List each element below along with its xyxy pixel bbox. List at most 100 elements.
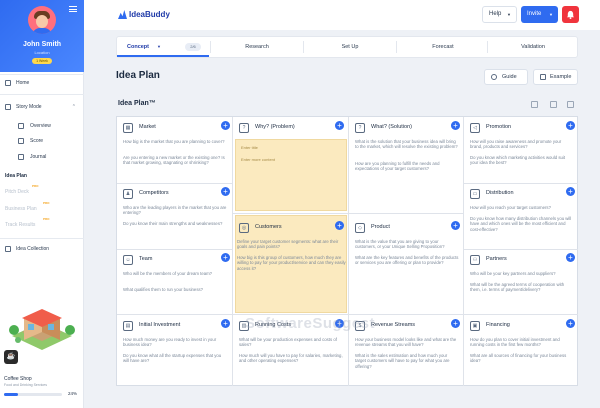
guide-button[interactable]: Guide bbox=[484, 69, 528, 85]
add-partners-button[interactable]: + bbox=[566, 253, 575, 262]
sidebar-item-overview[interactable]: Overview bbox=[0, 120, 84, 132]
problem-sticky-note[interactable]: Enter title Enter more content bbox=[237, 145, 345, 179]
project-logo-icon: ☕ bbox=[4, 350, 18, 364]
share-icon[interactable] bbox=[550, 101, 557, 108]
sticky-content: Enter more content bbox=[241, 157, 276, 162]
card-title: Initial Investment bbox=[139, 322, 181, 328]
chevron-up-icon: ⌃ bbox=[71, 104, 76, 110]
document-icon bbox=[540, 74, 546, 80]
add-investment-button[interactable]: + bbox=[221, 319, 230, 328]
project-progress-fill bbox=[4, 393, 18, 396]
sticky-title: Enter title bbox=[241, 145, 258, 150]
card-title: Promotion bbox=[486, 124, 512, 130]
project-name: Coffee Shop bbox=[4, 376, 32, 382]
financing-icon: ▣ bbox=[470, 321, 480, 331]
idea-collection-icon bbox=[5, 246, 11, 252]
pro-badge: PRO bbox=[32, 184, 39, 188]
sidebar-item-idea-plan[interactable]: Idea Plan bbox=[0, 170, 84, 182]
card-question: Do you know which marketing activities w… bbox=[470, 155, 566, 166]
sidebar-item-label: Idea Plan bbox=[5, 173, 27, 179]
profile-panel: John Smith Location 1 Week bbox=[0, 0, 84, 72]
sidebar-item-track-results[interactable]: Track Results PRO bbox=[0, 217, 84, 231]
sidebar-item-journal[interactable]: Journal bbox=[0, 151, 84, 163]
project-category: Food and Drinking Services bbox=[4, 383, 47, 387]
invite-button[interactable]: Invite ▼ bbox=[521, 6, 558, 23]
tab-setup[interactable]: Set Up bbox=[304, 37, 396, 57]
sidebar-item-score[interactable]: Score bbox=[0, 135, 84, 147]
card-question: How are you planning to fulfill the need… bbox=[355, 161, 440, 172]
trash-icon[interactable] bbox=[567, 101, 574, 108]
add-problem-button[interactable]: + bbox=[335, 121, 344, 130]
sidebar-item-business-plan[interactable]: Business Plan PRO bbox=[0, 201, 84, 215]
card-title: Team bbox=[139, 256, 153, 262]
add-financing-button[interactable]: + bbox=[566, 319, 575, 328]
add-competitors-button[interactable]: + bbox=[221, 187, 230, 196]
sidebar-item-pitch-deck[interactable]: Pitch Deck PRO bbox=[0, 184, 84, 198]
investment-icon: ▤ bbox=[123, 321, 133, 331]
add-promotion-button[interactable]: + bbox=[566, 121, 575, 130]
journal-icon bbox=[18, 154, 24, 160]
sidebar-item-story-mode[interactable]: Story Mode ⌃ bbox=[0, 101, 84, 113]
product-icon: ◇ bbox=[355, 223, 365, 233]
add-customers-button[interactable]: + bbox=[335, 221, 344, 230]
sidebar: John Smith Location 1 Week Home Story Mo… bbox=[0, 0, 84, 408]
card-question: Define your target customer segments: wh… bbox=[237, 239, 339, 250]
partners-icon: ⚇ bbox=[470, 255, 480, 265]
coffee-shop-illustration bbox=[9, 309, 75, 350]
card-question: How big is this group of customers, how … bbox=[237, 255, 346, 271]
sidebar-item-label: Home bbox=[16, 80, 30, 86]
card-title: Distribution bbox=[486, 190, 514, 196]
tab-concept[interactable]: Concept ▼ 2/6 bbox=[117, 37, 209, 57]
card-question: What will be your production expenses an… bbox=[239, 337, 337, 348]
tab-forecast[interactable]: Forecast bbox=[397, 37, 489, 57]
avatar[interactable] bbox=[28, 6, 56, 34]
sidebar-item-label: Journal bbox=[30, 154, 47, 160]
competitors-icon: ♟ bbox=[123, 189, 133, 199]
card-question: How much will you have to pay for salari… bbox=[239, 353, 343, 364]
add-solution-button[interactable]: + bbox=[451, 121, 460, 130]
card-question: Do you know how many distribution channe… bbox=[470, 216, 572, 232]
card-question: How much money are you ready to invest i… bbox=[123, 337, 217, 348]
add-team-button[interactable]: + bbox=[221, 253, 230, 262]
tab-research[interactable]: Research bbox=[211, 37, 303, 57]
bell-icon bbox=[566, 10, 575, 19]
tab-validation[interactable]: Validation bbox=[488, 37, 578, 57]
card-question: How will you reach your target customers… bbox=[470, 205, 551, 210]
sidebar-item-idea-collection[interactable]: Idea Collection bbox=[0, 243, 84, 255]
overview-icon bbox=[18, 123, 24, 129]
example-button[interactable]: Example bbox=[533, 69, 578, 85]
plan-heading: Idea Plan™ bbox=[118, 100, 156, 107]
user-badge: 1 Week bbox=[32, 58, 52, 64]
page-title: Idea Plan bbox=[116, 70, 160, 81]
help-button[interactable]: Help ▼ bbox=[482, 6, 517, 23]
card-question: How your business model looks like and w… bbox=[355, 337, 457, 348]
download-icon[interactable] bbox=[531, 101, 538, 108]
menu-icon[interactable] bbox=[69, 6, 77, 12]
lightbulb-icon: ? bbox=[239, 123, 249, 133]
story-mode-icon bbox=[5, 104, 11, 110]
card-question: Who will be the members of your dream te… bbox=[123, 271, 213, 276]
top-header: IdeaBuddy Help ▼ Invite ▼ bbox=[84, 0, 600, 30]
card-question: What are the key features and benefits o… bbox=[355, 255, 459, 266]
solution-icon: ? bbox=[355, 123, 365, 133]
card-question: What qualifies them to run your business… bbox=[123, 287, 204, 292]
sidebar-item-home[interactable]: Home bbox=[0, 77, 84, 89]
team-icon: ☺ bbox=[123, 255, 133, 265]
pro-badge: PRO bbox=[43, 201, 50, 205]
app-window: John Smith Location 1 Week Home Story Mo… bbox=[0, 0, 600, 408]
card-question: Do you know what all the startup expense… bbox=[123, 353, 222, 364]
sidebar-item-label: Pitch Deck bbox=[5, 189, 29, 195]
card-question: How do you plan to cover initial investm… bbox=[470, 337, 560, 348]
project-progress-label: 24% bbox=[68, 391, 78, 396]
add-market-button[interactable]: + bbox=[221, 121, 230, 130]
card-title: Customers bbox=[255, 224, 282, 230]
notifications-button[interactable] bbox=[562, 6, 579, 23]
card-question: Do you know their main strengths and wea… bbox=[123, 221, 223, 226]
add-distribution-button[interactable]: + bbox=[566, 187, 575, 196]
sidebar-item-label: Story Mode bbox=[16, 104, 42, 110]
add-product-button[interactable]: + bbox=[451, 221, 460, 230]
card-question: What are all sources of financing for yo… bbox=[470, 353, 567, 364]
tab-label: Concept bbox=[127, 44, 149, 50]
add-revenue-button[interactable]: + bbox=[451, 319, 460, 328]
ideabuddy-logo[interactable]: IdeaBuddy bbox=[118, 8, 170, 20]
